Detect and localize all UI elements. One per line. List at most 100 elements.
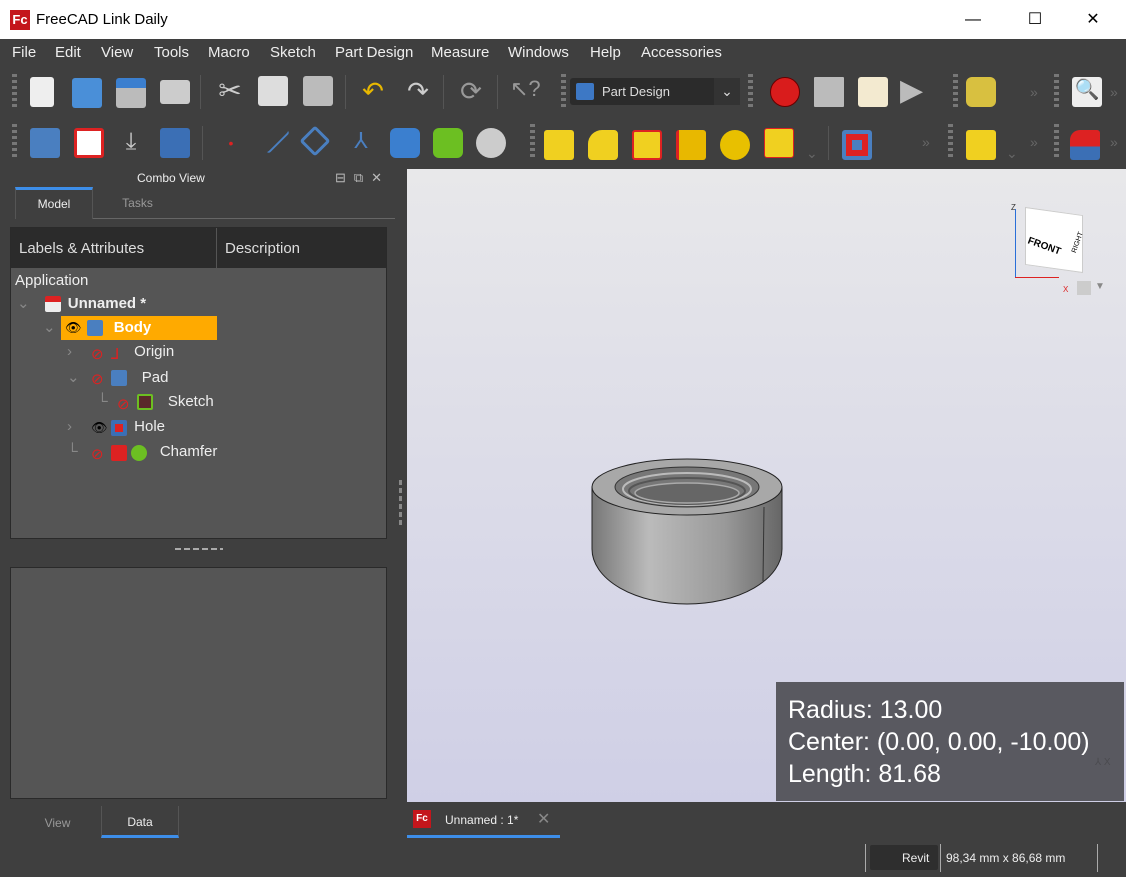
pocket-icon[interactable] bbox=[842, 130, 872, 160]
maximize-button[interactable]: ☐ bbox=[1012, 0, 1058, 39]
clone-icon[interactable] bbox=[160, 128, 190, 158]
record-macro-icon[interactable] bbox=[770, 77, 800, 107]
freecad-logo-icon: Fc bbox=[10, 10, 30, 30]
eye-hidden-icon[interactable]: ⊘ bbox=[91, 345, 107, 363]
tree-item-sketch[interactable]: └ ⊘ Sketch bbox=[97, 393, 214, 413]
plane-icon[interactable] bbox=[299, 125, 331, 157]
chevron-down-icon[interactable]: ⌄ bbox=[1006, 145, 1018, 162]
sheep-clone-icon[interactable] bbox=[476, 128, 506, 158]
validate-sketch-icon[interactable]: ⤓ bbox=[116, 128, 146, 158]
create-sketch-icon[interactable] bbox=[74, 128, 104, 158]
workbench-selector[interactable]: Part Design ⌄ bbox=[570, 78, 740, 105]
menu-tools[interactable]: Tools bbox=[154, 44, 189, 61]
tree-item-pad[interactable]: ⌄ ⊘ Pad bbox=[67, 368, 168, 388]
tree-item-chamfer[interactable]: └ ⊘ Chamfer bbox=[67, 443, 217, 463]
length-text: Length: 81.68 bbox=[788, 760, 941, 788]
cut-icon[interactable]: ✂ bbox=[215, 76, 245, 106]
document-tab[interactable]: Fc Unnamed : 1* ✕ bbox=[407, 804, 560, 838]
eye-hidden-icon[interactable]: ⊘ bbox=[117, 395, 133, 413]
tab-model[interactable]: Model bbox=[15, 187, 93, 219]
measure-tape-icon[interactable] bbox=[966, 77, 996, 107]
tree-item-hole[interactable]: › 👁 Hole bbox=[67, 418, 165, 436]
minimize-button[interactable]: — bbox=[950, 0, 996, 39]
menu-help[interactable]: Help bbox=[590, 44, 621, 61]
measurement-overlay: Radius: 13.00 Center: (0.00, 0.00, -10.0… bbox=[776, 682, 1124, 801]
stop-macro-icon[interactable] bbox=[814, 77, 844, 107]
eye-hidden-icon[interactable]: ⊘ bbox=[91, 445, 107, 463]
menu-bar: File Edit View Tools Macro Sketch Part D… bbox=[0, 39, 1126, 67]
menu-sketch[interactable]: Sketch bbox=[270, 44, 316, 61]
eye-visible-icon[interactable]: 👁 bbox=[91, 420, 108, 436]
create-body-icon[interactable] bbox=[30, 128, 60, 158]
tab-data[interactable]: Data bbox=[101, 806, 179, 838]
tab-tasks[interactable]: Tasks bbox=[95, 190, 180, 216]
pipe-icon[interactable] bbox=[676, 130, 706, 160]
menu-measure[interactable]: Measure bbox=[431, 44, 489, 61]
fillet-icon[interactable] bbox=[1070, 130, 1100, 160]
paste-icon[interactable] bbox=[303, 76, 333, 106]
tab-view[interactable]: View bbox=[15, 808, 100, 838]
radius-text: Radius: 13.00 bbox=[788, 696, 943, 724]
navigation-style-button[interactable]: Revit bbox=[870, 845, 938, 870]
property-panel[interactable] bbox=[10, 567, 387, 799]
tree-item-unnamed[interactable]: ⌄ Unnamed * bbox=[17, 294, 146, 312]
redo-icon[interactable]: ↷ bbox=[403, 76, 433, 106]
print-icon[interactable] bbox=[160, 80, 190, 104]
save-icon[interactable] bbox=[116, 78, 146, 108]
dock-buttons[interactable]: ⊟⧉✕ bbox=[335, 170, 390, 186]
caret-down-icon[interactable]: ▼ bbox=[1095, 281, 1105, 292]
menu-windows[interactable]: Windows bbox=[508, 44, 569, 61]
whats-this-icon[interactable]: ↖? bbox=[510, 76, 541, 106]
tree-item-origin[interactable]: › ⊘ ⅃ Origin bbox=[67, 343, 174, 363]
menu-view[interactable]: View bbox=[101, 44, 133, 61]
zoom-search-icon[interactable]: 🔍 bbox=[1072, 77, 1102, 107]
menu-accessories[interactable]: Accessories bbox=[641, 44, 722, 61]
view-menu-cube-icon[interactable] bbox=[1077, 281, 1091, 295]
dock-splitter[interactable] bbox=[399, 480, 402, 528]
local-cs-icon[interactable]: ⅄ bbox=[346, 128, 376, 158]
revolution-icon[interactable] bbox=[588, 130, 618, 160]
close-tab-icon[interactable]: ✕ bbox=[537, 809, 550, 829]
undo-icon[interactable]: ↶ bbox=[358, 76, 388, 106]
tag-icon bbox=[131, 445, 147, 461]
menu-file[interactable]: File bbox=[12, 44, 36, 61]
body-icon bbox=[87, 320, 103, 336]
helix-icon[interactable] bbox=[720, 130, 750, 160]
open-folder-icon[interactable] bbox=[72, 78, 102, 108]
column-description[interactable]: Description bbox=[225, 240, 300, 257]
chevron-down-icon[interactable]: ⌄ bbox=[806, 145, 818, 162]
axis-x-label: X bbox=[1063, 285, 1069, 294]
boolean-icon[interactable] bbox=[966, 130, 996, 160]
threaded-ring-model[interactable] bbox=[587, 449, 787, 609]
chevron-down-icon: ⌄ bbox=[714, 78, 740, 105]
toolbar-grip[interactable] bbox=[12, 74, 17, 110]
document-icon bbox=[45, 296, 61, 312]
point-icon[interactable]: • bbox=[216, 128, 246, 158]
menu-macro[interactable]: Macro bbox=[208, 44, 250, 61]
run-macro-icon[interactable]: ▶ bbox=[900, 76, 930, 106]
eye-visible-icon[interactable]: 👁 bbox=[65, 320, 82, 336]
copy-icon[interactable] bbox=[258, 76, 288, 106]
splitter-handle[interactable] bbox=[175, 548, 223, 550]
tree-root-application: Application bbox=[15, 272, 89, 289]
new-document-icon[interactable] bbox=[30, 77, 54, 107]
macro-editor-icon[interactable] bbox=[858, 77, 888, 107]
loft-icon[interactable] bbox=[632, 130, 662, 160]
line-icon[interactable] bbox=[256, 120, 290, 154]
eye-hidden-icon[interactable]: ⊘ bbox=[91, 370, 107, 388]
refresh-icon[interactable]: ⟳ bbox=[456, 76, 486, 106]
model-tree[interactable]: Labels & Attributes Description Applicat… bbox=[10, 227, 387, 539]
column-labels[interactable]: Labels & Attributes bbox=[19, 240, 144, 257]
subshape-binder-icon[interactable] bbox=[433, 128, 463, 158]
shape-binder-icon[interactable] bbox=[390, 128, 420, 158]
part-design-workbench-icon bbox=[576, 83, 594, 100]
menu-edit[interactable]: Edit bbox=[55, 44, 81, 61]
menu-part-design[interactable]: Part Design bbox=[335, 44, 413, 61]
tree-item-body[interactable]: ⌄ 👁 Body bbox=[43, 318, 151, 336]
pad-icon[interactable] bbox=[544, 130, 574, 160]
navigation-cube[interactable]: FRONT RIGHT Z X ▼ bbox=[1005, 189, 1105, 299]
chamfer-icon bbox=[111, 445, 127, 461]
close-button[interactable]: ✕ bbox=[1070, 0, 1116, 39]
document-tab-label: Unnamed : 1* bbox=[445, 813, 519, 827]
additive-box-icon[interactable] bbox=[764, 128, 794, 158]
